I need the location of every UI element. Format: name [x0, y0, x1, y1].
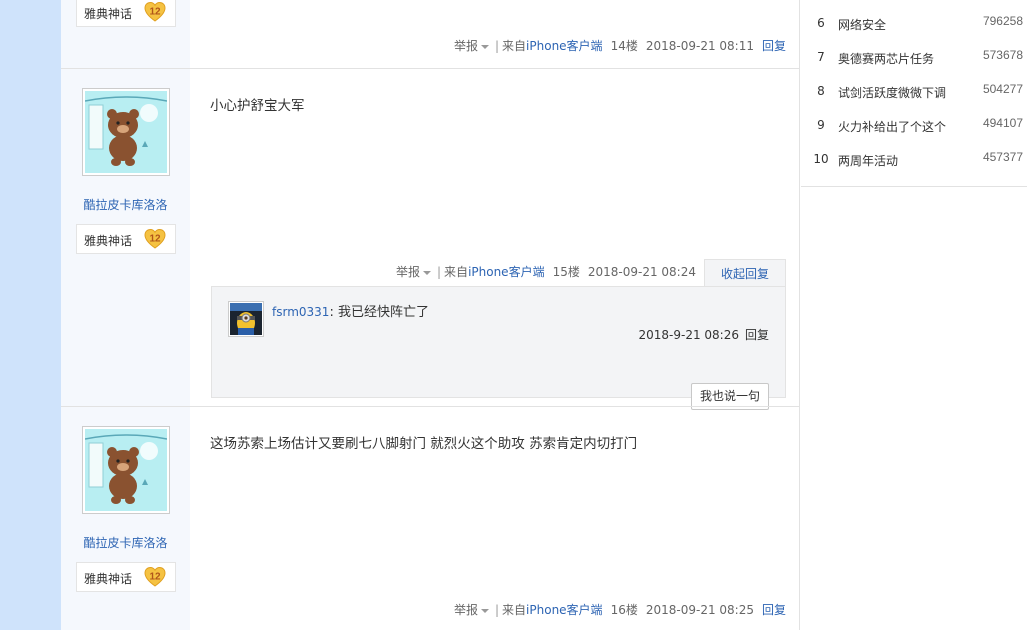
floor-number: 14楼	[610, 39, 638, 53]
level-heart-icon: 12	[144, 228, 166, 249]
floor-number: 16楼	[610, 603, 638, 617]
rank-item[interactable]: 10 两周年活动 457377	[801, 150, 1027, 170]
post-content: 小心护舒宝大军	[210, 98, 305, 114]
post-meta: 举报 | 来自iPhone客户端 14楼 2018-09-21 08:11 回复	[453, 39, 786, 53]
left-gutter	[0, 0, 61, 630]
report-link[interactable]: 举报	[454, 603, 478, 617]
rank-title[interactable]: 奥德赛两芯片任务	[838, 50, 934, 67]
hot-topics-list: 6 网络安全 796258 7 奥德赛两芯片任务 573678 8 试剑活跃度微…	[801, 0, 1027, 187]
badge-label: 雅典神话	[84, 572, 133, 586]
caret-down-icon[interactable]	[423, 270, 431, 275]
post-time: 2018-09-21 08:25	[645, 603, 754, 617]
reply-link[interactable]: 回复	[762, 39, 786, 53]
level-heart-icon: 12	[144, 1, 166, 22]
rank-number: 9	[817, 118, 825, 132]
client-link[interactable]: iPhone客户端	[468, 265, 545, 279]
report-link[interactable]: 举报	[396, 265, 420, 279]
caret-down-icon[interactable]	[480, 608, 489, 613]
badge-level-number: 12	[149, 7, 161, 18]
rank-count: 796258	[982, 14, 1023, 28]
reply-link[interactable]: 回复	[762, 603, 786, 617]
client-prefix: 来自	[502, 603, 527, 617]
report-link[interactable]: 举报	[454, 39, 478, 53]
rank-number: 10	[813, 152, 829, 166]
level-badge[interactable]: 雅典神话 12	[76, 562, 176, 592]
badge-label: 雅典神话	[84, 7, 133, 21]
subreply-meta: 2018-9-21 08:26 回复	[638, 326, 769, 343]
post-meta: 举报 | 来自iPhone客户端 15楼 2018-09-21 08:24	[395, 265, 696, 279]
badge-level-number: 12	[149, 234, 161, 245]
user-avatar[interactable]	[82, 426, 170, 514]
client-prefix: 来自	[444, 265, 469, 279]
subreply-reply-link[interactable]: 回复	[745, 328, 769, 342]
subreply-time: 2018-9-21 08:26	[638, 328, 739, 342]
rank-number: 7	[817, 50, 825, 64]
post-floor-14: 雅典神话 12 举报 | 来自iPhone客户端 14楼 2018-09-21 08:1…	[61, 0, 800, 68]
post-content: 这场苏索上场估计又要刷七八脚射门 就烈火这个助攻 苏索肯定内切打门	[210, 436, 638, 452]
rank-item[interactable]: 6 网络安全 796258	[801, 14, 1027, 34]
subreply-avatar[interactable]	[228, 301, 264, 337]
client-link[interactable]: iPhone客户端	[526, 603, 603, 617]
username-link[interactable]: 酷拉皮卡库洛洛	[61, 534, 190, 551]
hot-topics-panel: 6 网络安全 796258 7 奥德赛两芯片任务 573678 8 试剑活跃度微…	[801, 0, 1027, 630]
minion-avatar-icon	[230, 303, 262, 335]
post-meta: 举报 | 来自iPhone客户端 16楼 2018-09-21 08:25 回复	[453, 603, 786, 617]
floor-number: 15楼	[552, 265, 580, 279]
rank-count: 457377	[982, 150, 1023, 164]
rank-count: 504277	[982, 82, 1023, 96]
post-time: 2018-09-21 08:24	[587, 265, 696, 279]
rank-number: 6	[817, 16, 825, 30]
subreply-text: : 我已经快阵亡了	[329, 305, 429, 320]
bear-avatar-icon	[85, 429, 167, 511]
client-prefix: 来自	[502, 39, 527, 53]
level-badge[interactable]: 雅典神话 12	[76, 0, 176, 27]
level-heart-icon: 12	[144, 566, 166, 587]
bear-avatar-icon	[85, 91, 167, 173]
subreply-line: fsrm0331: 我已经快阵亡了	[272, 301, 429, 320]
post-time: 2018-09-21 08:11	[645, 39, 754, 53]
collapse-replies-button[interactable]: 收起回复	[704, 259, 786, 287]
post-floor-15: 酷拉皮卡库洛洛 雅典神话 12 小心护舒宝大军 举报 | 来自iPhone客户端 15…	[61, 69, 800, 410]
subreply-panel: fsrm0331: 我已经快阵亡了 2018-9-21 08:26 回复 我也说一…	[211, 286, 786, 410]
rank-item[interactable]: 8 试剑活跃度微微下调 504277	[801, 82, 1027, 102]
user-avatar[interactable]	[82, 88, 170, 176]
level-badge[interactable]: 雅典神话 12	[76, 224, 176, 254]
rank-item[interactable]: 9 火力补给出了个这个 494107	[801, 116, 1027, 136]
rank-title[interactable]: 试剑活跃度微微下调	[838, 84, 946, 101]
client-link[interactable]: iPhone客户端	[526, 39, 603, 53]
rank-count: 494107	[982, 116, 1023, 130]
subreply-username[interactable]: fsrm0331	[272, 305, 329, 319]
badge-level-number: 12	[149, 572, 161, 583]
username-link[interactable]: 酷拉皮卡库洛洛	[61, 196, 190, 213]
rank-title[interactable]: 两周年活动	[838, 152, 898, 169]
rank-number: 8	[817, 84, 825, 98]
badge-label: 雅典神话	[84, 234, 133, 248]
caret-down-icon[interactable]	[480, 44, 489, 49]
post-floor-16: 酷拉皮卡库洛洛 雅典神话 12 这场苏索上场估计又要刷七八脚射门 就烈火这个助攻…	[61, 407, 800, 630]
rank-item[interactable]: 7 奥德赛两芯片任务 573678	[801, 48, 1027, 68]
rank-count: 573678	[982, 48, 1023, 62]
rank-title[interactable]: 火力补给出了个这个	[838, 118, 946, 135]
rank-title[interactable]: 网络安全	[838, 16, 886, 33]
